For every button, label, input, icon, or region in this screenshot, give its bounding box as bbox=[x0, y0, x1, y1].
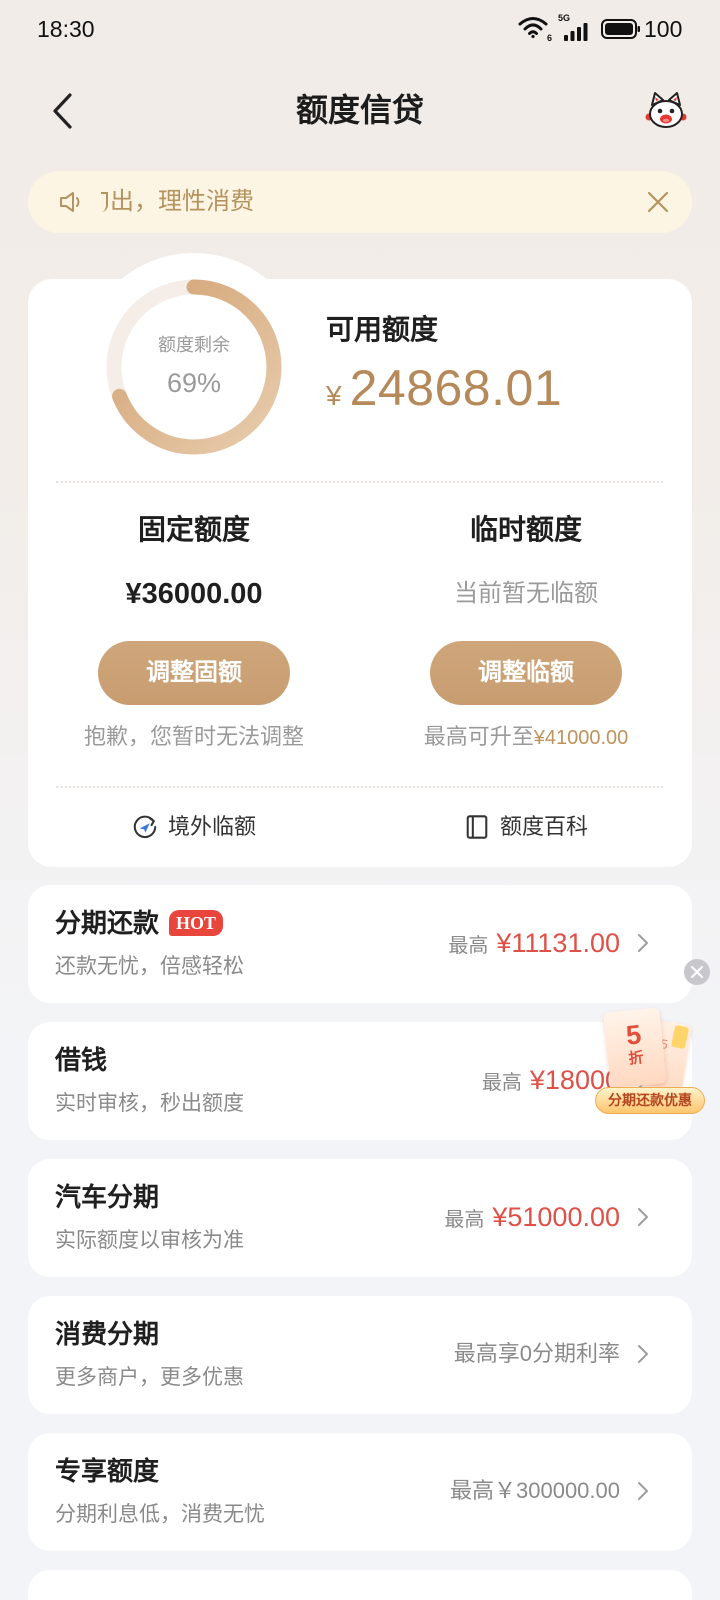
book-icon bbox=[466, 815, 488, 839]
service-limit-label: 最高 bbox=[481, 1072, 522, 1094]
speaker-icon bbox=[60, 192, 80, 212]
service-card-consumer-installment[interactable]: 消费分期 更多商户，更多优惠 最高享0分期利率 bbox=[28, 1296, 692, 1414]
hot-badge: HOT bbox=[169, 910, 224, 936]
service-subtitle: 还款无忧，倍感轻松 bbox=[55, 955, 244, 978]
divider bbox=[56, 786, 663, 788]
adjust-fixed-quota-button[interactable]: 调整固额 bbox=[98, 641, 290, 705]
notice-banner[interactable]: 出，理性消费 bbox=[28, 171, 692, 233]
service-limit-note: 最高享0分期利率 bbox=[453, 1341, 620, 1366]
service-limit: 最高￥300000.00 bbox=[450, 1473, 620, 1509]
wifi-generation-badge: 6 bbox=[546, 33, 552, 43]
service-card-exclusive-quota[interactable]: 专享额度 分期利息低，消费无忧 最高￥300000.00 bbox=[28, 1433, 692, 1551]
service-title: 汽车分期 bbox=[55, 1182, 160, 1212]
overseas-quota-icon bbox=[133, 815, 157, 839]
service-card-borrow[interactable]: 借钱 实时审核，秒出额度 最高 ¥18000 bbox=[28, 1022, 692, 1140]
quota-encyclopedia-label: 额度百科 bbox=[499, 814, 588, 839]
temporary-quota-label: 临时额度 bbox=[469, 514, 582, 545]
chevron-right-icon bbox=[638, 1345, 648, 1363]
fixed-quota-column: 固定额度 ¥36000.00 调整固额 抱歉，您暂时无法调整 bbox=[44, 279, 344, 779]
temporary-quota-note: 最高可升至¥41000.00 bbox=[356, 723, 696, 752]
service-title: 消费分期 bbox=[55, 1319, 160, 1349]
battery-level: 100 bbox=[644, 16, 683, 42]
status-time: 18:30 bbox=[37, 16, 95, 42]
adjust-temporary-quota-button[interactable]: 调整临额 bbox=[430, 641, 622, 705]
service-limit: 最高 ¥51000.00 bbox=[444, 1199, 620, 1235]
service-card-installment-repayment[interactable]: 分期还款 HOT 还款无忧，倍感轻松 最高 ¥11131.00 bbox=[28, 885, 692, 1003]
service-title-row: 分期还款 HOT bbox=[55, 905, 224, 941]
temporary-quota-note-prefix: 最高可升至 bbox=[423, 724, 534, 749]
mascot-assistant-icon bbox=[645, 92, 687, 128]
cellular-signal-icon: 5G bbox=[558, 13, 590, 41]
promo-label: 分期还款优惠 bbox=[595, 1087, 705, 1114]
notice-text: 出，理性消费 bbox=[110, 188, 254, 215]
service-title-row: 消费分期 bbox=[55, 1316, 159, 1352]
service-title: 借钱 bbox=[55, 1045, 108, 1075]
chevron-right-icon bbox=[638, 934, 648, 952]
service-title-row: 借钱 bbox=[55, 1042, 107, 1078]
service-title-row: 专享额度 bbox=[55, 1453, 159, 1489]
page-title: 额度信贷 bbox=[295, 92, 424, 128]
service-limit-label: 最高 bbox=[448, 935, 489, 957]
temporary-quota-value: 当前暂无临额 bbox=[454, 580, 598, 607]
service-limit-amount: ¥11131.00 bbox=[496, 928, 620, 958]
overseas-quota-label: 境外临额 bbox=[167, 814, 256, 839]
marquee-clipped-glyph bbox=[101, 192, 108, 212]
service-subtitle: 实际额度以审核为准 bbox=[55, 1229, 244, 1252]
service-limit: 最高 ¥11131.00 bbox=[448, 925, 620, 961]
network-type: 5G bbox=[558, 13, 571, 23]
installment-repayment-promo[interactable]: 5 7 5 折 分期还款优惠 bbox=[595, 1007, 707, 1116]
service-limit-amount: ¥51000.00 bbox=[492, 1202, 620, 1232]
quota-card: 额度剩余 69% 可用额度 ¥ 24868.01 固定额度 ¥36000.00 … bbox=[28, 253, 692, 867]
service-subtitle: 更多商户，更多优惠 bbox=[55, 1366, 244, 1389]
service-limit-note: 最高￥300000.00 bbox=[450, 1478, 620, 1503]
chevron-right-icon bbox=[638, 1482, 648, 1500]
service-limit: 最高享0分期利率 bbox=[454, 1336, 620, 1372]
temporary-quota-max-amount: ¥41000.00 bbox=[533, 727, 629, 749]
service-title: 专享额度 bbox=[55, 1456, 160, 1486]
battery-icon bbox=[601, 19, 641, 39]
wifi-icon: 6 bbox=[518, 16, 552, 43]
close-icon[interactable] bbox=[647, 191, 669, 213]
fixed-quota-label: 固定额度 bbox=[137, 514, 250, 545]
service-card-car-installment[interactable]: 汽车分期 实际额度以审核为准 最高 ¥51000.00 bbox=[28, 1159, 692, 1277]
fixed-quota-value: ¥36000.00 bbox=[125, 578, 263, 610]
service-title: 分期还款 bbox=[55, 908, 160, 938]
chevron-right-icon bbox=[638, 1208, 648, 1226]
service-title-row: 汽车分期 bbox=[55, 1179, 159, 1215]
promo-close-button[interactable] bbox=[684, 959, 710, 985]
quota-encyclopedia-link[interactable]: 额度百科 bbox=[376, 807, 676, 847]
fixed-quota-note: 抱歉，您暂时无法调整 bbox=[83, 724, 304, 749]
close-circle-icon bbox=[691, 966, 703, 978]
promo-discount-ticket: 5 折 bbox=[603, 1007, 667, 1089]
service-subtitle: 分期利息低，消费无忧 bbox=[55, 1503, 265, 1526]
status-bar: 18:30 6 5G 100 bbox=[0, 0, 720, 58]
mascot-assistant-button[interactable] bbox=[644, 89, 688, 133]
overseas-quota-link[interactable]: 境外临额 bbox=[44, 807, 344, 847]
temporary-quota-column: 临时额度 当前暂无临额 调整临额 最高可升至¥41000.00 bbox=[376, 279, 676, 779]
service-subtitle: 实时审核，秒出额度 bbox=[55, 1092, 244, 1115]
service-card-partial[interactable] bbox=[28, 1570, 692, 1600]
service-limit-label: 最高 bbox=[444, 1209, 485, 1231]
